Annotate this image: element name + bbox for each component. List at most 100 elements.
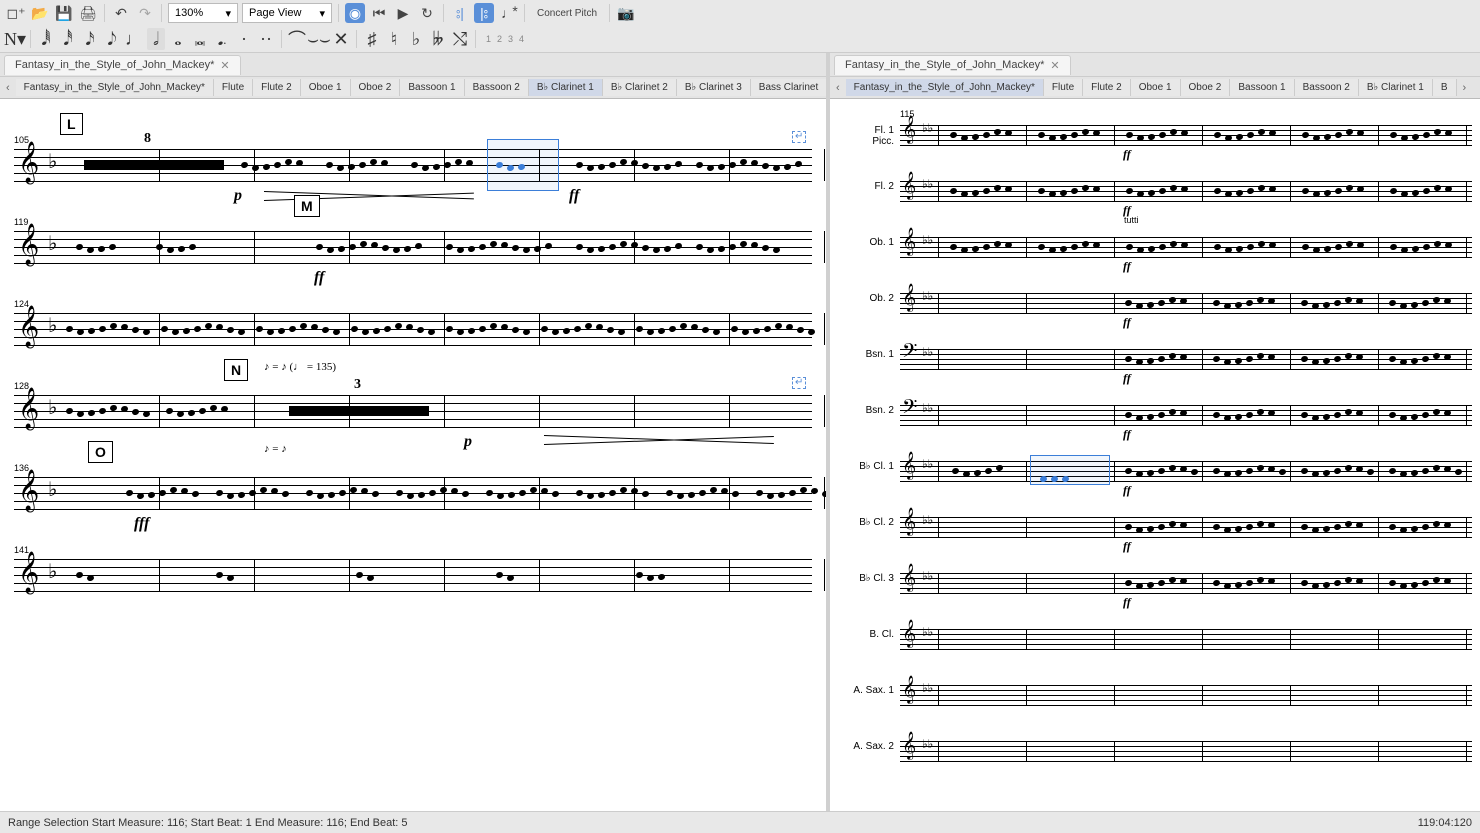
note-8th[interactable]: 𝅘𝅥𝅮 — [103, 28, 121, 50]
dynamic[interactable]: ff — [1123, 483, 1131, 498]
staff-system[interactable]: 𝄞♭128N♪ = ♪ (♩ = 135)3p — [14, 395, 812, 427]
part-tab[interactable]: Oboe 1 — [301, 79, 351, 96]
note-double-dot[interactable]: · — [235, 28, 253, 50]
view-mode-select[interactable]: Page View▾ — [242, 3, 332, 23]
part-tab[interactable]: B♭ Clarinet 2 — [603, 79, 677, 96]
dynamic[interactable]: ff — [1123, 427, 1131, 442]
staff-system[interactable]: 𝄞♭136O♪ = ♪fff — [14, 477, 812, 509]
part-tab[interactable]: Bassoon 1 — [1230, 79, 1294, 96]
voice-3[interactable]: 3 — [508, 34, 513, 44]
camera-button[interactable]: 📷 — [616, 3, 636, 23]
instrument-staff[interactable]: A. Sax. 1𝄞♭♭ — [838, 679, 1472, 711]
note-whole[interactable]: 𝅝 — [169, 28, 187, 50]
part-nav-left[interactable]: ‹ — [830, 82, 846, 94]
instrument-staff[interactable]: B♭ Cl. 1𝄞♭♭ff — [838, 455, 1472, 487]
system-break-icon[interactable] — [792, 131, 806, 143]
dynamic[interactable]: p — [464, 433, 472, 451]
natural-button[interactable]: ♮ — [385, 28, 403, 50]
marcato-button[interactable]: ✕ — [332, 28, 350, 50]
part-tab[interactable]: Bassoon 2 — [1295, 79, 1359, 96]
note-64th[interactable]: 𝅘𝅥𝅱 — [37, 28, 55, 50]
left-score[interactable]: 𝄞♭105L8pff𝄞♭119Mff𝄞♭124𝄞♭128N♪ = ♪ (♩ = … — [0, 99, 826, 811]
part-tab[interactable]: Flute — [1044, 79, 1083, 96]
rewind-button[interactable]: ⏮ — [369, 3, 389, 23]
instrument-staff[interactable]: A. Sax. 2𝄞♭♭ — [838, 735, 1472, 767]
part-tab[interactable]: B♭ Clarinet 1 — [529, 79, 603, 96]
repeat-end-button[interactable]: |⦂ — [474, 3, 494, 23]
part-tab[interactable]: B — [1433, 79, 1457, 96]
part-tab[interactable]: Fantasy_in_the_Style_of_John_Mackey* — [846, 79, 1044, 96]
dynamic[interactable]: ff — [569, 187, 579, 205]
part-tab[interactable]: B♭ Clarinet 3 — [677, 79, 751, 96]
close-icon[interactable]: ✕ — [220, 59, 229, 72]
note-double[interactable]: 𝅜 — [191, 28, 209, 50]
staff-system[interactable]: 𝄞♭105L8pff — [14, 149, 812, 181]
part-tab[interactable]: Flute — [214, 79, 253, 96]
instrument-staff[interactable]: Bsn. 1𝄢♭♭ff — [838, 343, 1472, 375]
loop-button[interactable]: ↻ — [417, 3, 437, 23]
part-tab[interactable]: Bassoon 2 — [465, 79, 529, 96]
save-button[interactable]: 💾 — [54, 3, 74, 23]
voice-2[interactable]: 2 — [497, 34, 502, 44]
dynamic[interactable]: fff — [134, 515, 149, 533]
part-tab[interactable]: Flute 2 — [1083, 79, 1131, 96]
instrument-staff[interactable]: B. Cl.𝄞♭♭ — [838, 623, 1472, 655]
play-button[interactable]: ▶ — [393, 3, 413, 23]
dynamic[interactable]: ff — [1123, 539, 1131, 554]
dynamic[interactable]: ff — [1123, 147, 1131, 162]
note-32nd[interactable]: 𝅘𝅥𝅰 — [59, 28, 77, 50]
dynamic[interactable]: p — [234, 187, 242, 205]
flip-button[interactable]: ⤭ — [451, 28, 469, 50]
undo-button[interactable]: ↶ — [111, 3, 131, 23]
note-half[interactable]: 𝅗𝅥 — [147, 28, 165, 50]
instrument-staff[interactable]: Fl. 1Picc.𝄞♭♭ff — [838, 119, 1472, 151]
staff-system[interactable]: 𝄞♭119Mff — [14, 231, 812, 263]
rest-button[interactable]: ·· — [257, 28, 275, 50]
zoom-select[interactable]: 130%▾ — [168, 3, 238, 23]
part-nav-left[interactable]: ‹ — [0, 82, 16, 94]
note-input-toggle[interactable]: N▾ — [6, 28, 24, 50]
new-button[interactable]: ◻⁺ — [6, 3, 26, 23]
part-tab[interactable]: Bassoon 1 — [400, 79, 464, 96]
instrument-staff[interactable]: B♭ Cl. 3𝄞♭♭ff — [838, 567, 1472, 599]
metronome-button[interactable]: ♩⃰ — [498, 3, 518, 23]
sharp-button[interactable]: ♯ — [363, 28, 381, 50]
part-tab[interactable]: Oboe 2 — [1181, 79, 1231, 96]
instrument-staff[interactable]: B♭ Cl. 2𝄞♭♭ff — [838, 511, 1472, 543]
voice-1[interactable]: 1 — [486, 34, 491, 44]
dynamic[interactable]: ff — [1123, 315, 1131, 330]
part-tab[interactable]: Oboe 2 — [351, 79, 401, 96]
right-score[interactable]: 115Fl. 1Picc.𝄞♭♭ffFl. 2𝄞♭♭fftuttiOb. 1𝄞♭… — [830, 99, 1480, 811]
midi-toggle[interactable]: ◉ — [345, 3, 365, 23]
close-icon[interactable]: ✕ — [1050, 59, 1059, 72]
voice-4[interactable]: 4 — [519, 34, 524, 44]
redo-button[interactable]: ↷ — [135, 3, 155, 23]
part-tab[interactable]: Oboe 1 — [1131, 79, 1181, 96]
instrument-staff[interactable]: Ob. 1𝄞♭♭ff — [838, 231, 1472, 263]
rehearsal-mark[interactable]: L — [60, 113, 83, 135]
note-16th[interactable]: 𝅘𝅥𝅯 — [81, 28, 99, 50]
dynamic[interactable]: ff — [1123, 259, 1131, 274]
left-doc-tab[interactable]: Fantasy_in_the_Style_of_John_Mackey* ✕ — [4, 55, 241, 75]
slur-button[interactable]: ⌣⌣ — [310, 28, 328, 50]
dynamic[interactable]: ff — [314, 269, 324, 287]
tempo-text[interactable]: ♪ = ♪ (♩ = 135) — [264, 361, 336, 373]
rehearsal-mark[interactable]: O — [88, 441, 113, 463]
flat-button[interactable]: ♭ — [407, 28, 425, 50]
tie-button[interactable]: ⌒ — [288, 28, 306, 50]
rehearsal-mark[interactable]: M — [294, 195, 320, 217]
voice-selector[interactable]: 1 2 3 4 — [486, 34, 524, 44]
dynamic[interactable]: ff — [1123, 371, 1131, 386]
system-break-icon[interactable] — [792, 377, 806, 389]
part-tab[interactable]: Bass Clarinet — [751, 79, 826, 96]
print-button[interactable]: 🖨 — [78, 3, 98, 23]
note-quarter[interactable]: ♩ — [125, 28, 143, 50]
part-tab[interactable]: Fantasy_in_the_Style_of_John_Mackey* — [16, 79, 214, 96]
instrument-staff[interactable]: Ob. 2𝄞♭♭ff — [838, 287, 1472, 319]
rehearsal-mark[interactable]: N — [224, 359, 248, 381]
double-flat-button[interactable]: 𝄫 — [429, 28, 447, 50]
concert-pitch-toggle[interactable]: Concert Pitch — [531, 8, 603, 19]
repeat-start-button[interactable]: ⦂| — [450, 3, 470, 23]
part-tab[interactable]: Flute 2 — [253, 79, 301, 96]
right-doc-tab[interactable]: Fantasy_in_the_Style_of_John_Mackey* ✕ — [834, 55, 1071, 75]
